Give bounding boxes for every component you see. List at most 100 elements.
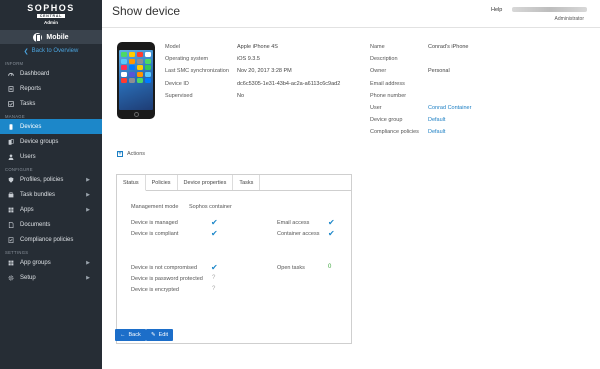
- gear-icon: [8, 275, 14, 280]
- section-label-configure: CONFIGURE: [5, 167, 33, 172]
- sidebar-item-label: Tasks: [20, 100, 36, 107]
- sidebar-item-label: Apps: [20, 206, 34, 213]
- section-label-inform: INFORM: [5, 61, 24, 66]
- back-to-overview-link[interactable]: ❮ Back to Overview: [0, 44, 102, 58]
- compliance-policy-link[interactable]: Default: [428, 126, 508, 138]
- tab-tasks[interactable]: Tasks: [233, 175, 261, 190]
- tab-policies[interactable]: Policies: [146, 175, 178, 190]
- checkmark-icon: ✔: [328, 218, 335, 227]
- profiles-icon: [8, 176, 14, 183]
- top-bar: Show device Help Administrator: [102, 0, 600, 25]
- sidebar-item-task-bundles[interactable]: Task bundles ▶: [0, 187, 102, 202]
- checkmark-icon: ✔: [328, 229, 335, 238]
- actions-label: Actions: [127, 151, 146, 157]
- property-label: Last SMC synchronization: [165, 68, 229, 75]
- property-value: Personal: [428, 68, 450, 75]
- checkmark-icon: ✔: [211, 263, 218, 272]
- caret-right-icon: ▶: [86, 206, 90, 213]
- checkmark-icon: ✔: [211, 218, 218, 227]
- module-label: Mobile: [46, 33, 69, 41]
- property-label: Supervised: [165, 92, 193, 99]
- module-switcher[interactable]: Mobile: [0, 30, 102, 44]
- brand-role: Admin: [44, 20, 58, 25]
- device-screen: [119, 50, 153, 110]
- property-value: Nov 20, 2017 3:28 PM: [237, 68, 292, 75]
- sidebar-item-dashboard[interactable]: Dashboard: [0, 66, 102, 81]
- sidebar-item-reports[interactable]: Reports: [0, 81, 102, 96]
- sidebar-item-label: Compliance policies: [20, 236, 74, 243]
- sidebar-item-setup[interactable]: Setup ▶: [0, 270, 102, 285]
- sophos-logo: SOPHOS CENTRAL Admin: [0, 0, 102, 30]
- device-groups-icon: [8, 138, 14, 145]
- help-link[interactable]: Help: [491, 7, 502, 13]
- sidebar-item-compliance-policies[interactable]: Compliance policies: [0, 232, 102, 247]
- property-label: Name: [370, 44, 385, 50]
- question-mark-icon: ?: [212, 275, 216, 281]
- brand-sub: CENTRAL: [36, 14, 66, 18]
- open-tasks-label: Open tasks: [277, 265, 305, 271]
- property-label: Model: [165, 44, 180, 50]
- user-role-label[interactable]: Administrator: [555, 16, 584, 22]
- edit-icon: ✎: [151, 332, 156, 338]
- caret-right-icon: ▶: [86, 259, 90, 266]
- property-label: Operating system: [165, 56, 209, 63]
- sidebar-item-profiles-policies[interactable]: Profiles, policies ▶: [0, 172, 102, 187]
- sidebar: SOPHOS CENTRAL Admin Mobile ❮ Back to Ov…: [0, 0, 102, 369]
- sidebar-item-label: Reports: [20, 85, 42, 92]
- property-label: Device ID: [165, 80, 189, 87]
- property-value: [428, 53, 508, 65]
- encrypted-label: Device is encrypted: [131, 287, 179, 293]
- sidebar-item-users[interactable]: Users: [0, 149, 102, 164]
- sidebar-item-label: App groups: [20, 259, 51, 266]
- management-mode-value: Sophos container: [189, 204, 232, 210]
- back-button[interactable]: ← Back: [115, 329, 146, 341]
- mobile-icon: [33, 32, 43, 42]
- edit-button[interactable]: ✎ Edit: [146, 329, 174, 341]
- device-managed-label: Device is managed: [131, 220, 178, 226]
- sidebar-item-label: Devices: [20, 123, 42, 130]
- app-icon-grid: [121, 52, 151, 83]
- sidebar-item-label: Users: [20, 153, 36, 160]
- devices-icon: [9, 123, 13, 130]
- compliance-icon: [8, 236, 14, 243]
- sidebar-item-devices[interactable]: Devices: [0, 119, 102, 134]
- tab-status[interactable]: Status: [117, 175, 146, 191]
- caret-right-icon: ▶: [86, 191, 90, 198]
- property-label: Email address: [370, 80, 405, 87]
- actions-toggle[interactable]: + Actions: [117, 151, 145, 157]
- sidebar-item-device-groups[interactable]: Device groups: [0, 134, 102, 149]
- section-label-manage: MANAGE: [5, 114, 25, 119]
- sidebar-item-documents[interactable]: Documents: [0, 217, 102, 232]
- sidebar-item-tasks[interactable]: Tasks: [0, 96, 102, 111]
- sidebar-item-label: Setup: [20, 274, 36, 281]
- dashboard-icon: [8, 72, 14, 76]
- management-mode-label: Management mode: [131, 204, 179, 210]
- property-value: iOS 9.3.5: [237, 56, 260, 63]
- sidebar-item-label: Device groups: [20, 138, 59, 145]
- page-title: Show device: [112, 4, 181, 18]
- device-group-link[interactable]: Default: [428, 114, 508, 126]
- section-label-settings: SETTINGS: [5, 250, 29, 255]
- property-label: Owner: [370, 68, 387, 75]
- device-compliant-label: Device is compliant: [131, 231, 179, 237]
- user-link[interactable]: Conrad Container: [428, 102, 508, 114]
- open-tasks-count: 0: [328, 264, 332, 270]
- sidebar-item-app-groups[interactable]: App groups ▶: [0, 255, 102, 270]
- checkmark-icon: ✔: [211, 229, 218, 238]
- property-value: Conrad's iPhone: [428, 44, 469, 50]
- sidebar-item-label: Task bundles: [20, 191, 56, 198]
- users-icon: [8, 153, 14, 160]
- device-image: [117, 42, 155, 119]
- device-properties-labels: Model Operating system Last SMC synchron…: [165, 41, 235, 102]
- property-value: dc6c5305-1e31-43b4-ac2a-a6113c6c9ad2: [237, 80, 341, 87]
- reports-icon: [8, 85, 14, 92]
- tab-device-properties[interactable]: Device properties: [178, 175, 234, 190]
- property-label: Compliance policies: [370, 129, 419, 136]
- property-label: Description: [370, 56, 398, 63]
- arrow-left-icon: ←: [120, 332, 126, 338]
- sidebar-item-label: Documents: [20, 221, 51, 228]
- sidebar-item-apps[interactable]: Apps ▶: [0, 202, 102, 217]
- sidebar-item-label: Dashboard: [20, 70, 50, 77]
- chevron-left-icon: ❮: [23, 48, 29, 55]
- back-button-label: Back: [128, 332, 141, 338]
